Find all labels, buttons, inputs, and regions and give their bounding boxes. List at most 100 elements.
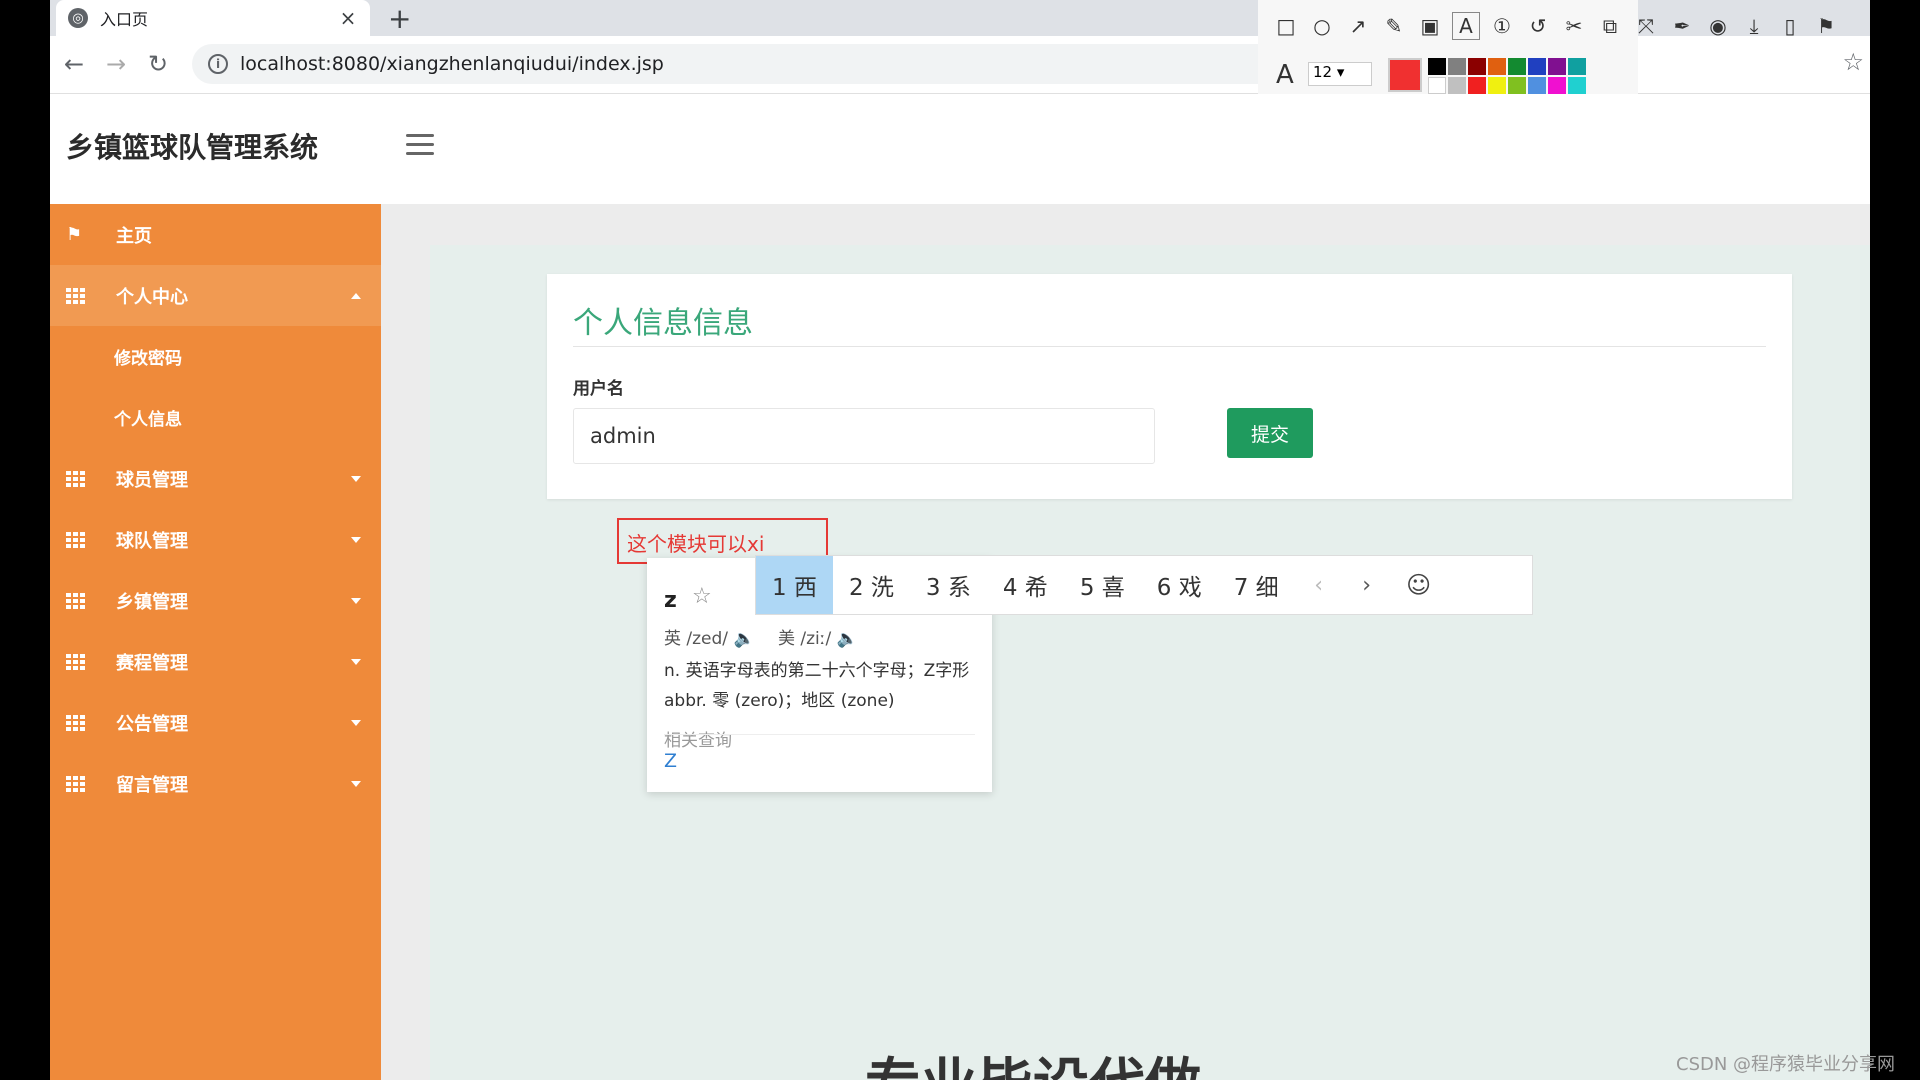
grid-icon bbox=[66, 287, 85, 304]
snap-tool-icon[interactable]: ▣ bbox=[1416, 12, 1444, 40]
browser-tab[interactable]: ◎ 入口页 × bbox=[56, 0, 370, 36]
sidebar-item-label: 赛程管理 bbox=[116, 652, 188, 674]
color-swatch[interactable] bbox=[1448, 77, 1466, 94]
snap-tool-icon[interactable]: ◉ bbox=[1704, 12, 1732, 40]
snap-tool-icon[interactable]: ✂ bbox=[1560, 12, 1588, 40]
ime-candidate[interactable]: 4 希 bbox=[987, 556, 1064, 614]
divider bbox=[573, 346, 1766, 347]
sidebar-item[interactable]: 个人中心 bbox=[50, 265, 381, 326]
color-swatch[interactable] bbox=[1488, 77, 1506, 94]
username-label: 用户名 bbox=[573, 379, 624, 399]
sidebar-item[interactable]: 球队管理 bbox=[50, 509, 381, 570]
related-label: 相关查询 bbox=[664, 731, 732, 751]
grid-icon bbox=[66, 470, 85, 487]
font-icon[interactable]: A bbox=[1276, 60, 1294, 90]
sidebar-subitem[interactable]: 修改密码 bbox=[50, 326, 381, 387]
background-banner-text: 专业毕设代做 bbox=[865, 1040, 1201, 1080]
sidebar-item-label: 乡镇管理 bbox=[116, 591, 188, 613]
emoji-icon[interactable]: ☺ bbox=[1391, 571, 1447, 599]
color-swatch[interactable] bbox=[1508, 58, 1526, 75]
chevron-up-icon bbox=[351, 292, 361, 299]
app-header: 乡镇篮球队管理系统 bbox=[50, 94, 1870, 204]
ime-candidate[interactable]: 7 细 bbox=[1218, 556, 1295, 614]
sidebar-item[interactable]: 公告管理 bbox=[50, 692, 381, 753]
ime-candidate[interactable]: 3 系 bbox=[910, 556, 987, 614]
bookmark-star-icon[interactable]: ☆ bbox=[1842, 48, 1864, 76]
ime-prev-arrow-icon[interactable]: ‹ bbox=[1295, 573, 1343, 598]
globe-icon: ◎ bbox=[68, 8, 88, 28]
username-input[interactable]: admin bbox=[573, 408, 1155, 464]
grid-icon bbox=[66, 592, 85, 609]
snap-tool-icon[interactable]: ✒ bbox=[1668, 12, 1696, 40]
snap-tool-icon[interactable]: ⤧ bbox=[1632, 12, 1660, 40]
color-swatch[interactable] bbox=[1568, 77, 1586, 94]
color-swatch[interactable] bbox=[1448, 58, 1466, 75]
definition-1: n. 英语字母表的第二十六个字母；Z字形 bbox=[664, 661, 970, 681]
color-swatch[interactable] bbox=[1528, 77, 1546, 94]
screenshot-toolbar: □ ○ ↗ ✎ ▣ A ① ↺ ✂ ⧉ ⤧ ✒ ◉ ⤓ ▯ ⚑ A 12 ▾ bbox=[1258, 0, 1835, 100]
color-swatch[interactable] bbox=[1488, 58, 1506, 75]
app-title: 乡镇篮球队管理系统 bbox=[66, 131, 319, 164]
uk-phonetic: 英 /zed/ 🔈 bbox=[664, 629, 755, 649]
snap-tool-icon[interactable]: ① bbox=[1488, 12, 1516, 40]
color-swatch[interactable] bbox=[1548, 58, 1566, 75]
related-link[interactable]: Z bbox=[664, 750, 677, 772]
chevron-down-icon bbox=[351, 719, 361, 726]
color-swatch[interactable] bbox=[1568, 58, 1586, 75]
grid-icon bbox=[66, 531, 85, 548]
ime-next-arrow-icon[interactable]: › bbox=[1343, 573, 1391, 598]
new-tab-button[interactable]: + bbox=[388, 2, 411, 35]
card-heading: 个人信息信息 bbox=[573, 306, 753, 341]
tab-close-icon[interactable]: × bbox=[338, 6, 358, 30]
menu-toggle-icon[interactable] bbox=[406, 134, 434, 161]
divider bbox=[664, 734, 975, 735]
back-button[interactable]: ← bbox=[64, 50, 84, 78]
snap-tool-icon[interactable]: ⚑ bbox=[1812, 12, 1840, 40]
flag-icon: ⚑ bbox=[66, 224, 83, 245]
color-swatch[interactable] bbox=[1468, 58, 1486, 75]
snap-tool-icon[interactable]: □ bbox=[1272, 12, 1300, 40]
color-palette bbox=[1428, 58, 1586, 94]
snap-tool-icon[interactable]: ✎ bbox=[1380, 12, 1408, 40]
snap-tool-icon[interactable]: ↺ bbox=[1524, 12, 1552, 40]
sidebar-item[interactable]: 赛程管理 bbox=[50, 631, 381, 692]
submit-button[interactable]: 提交 bbox=[1227, 408, 1313, 458]
site-info-icon[interactable]: i bbox=[208, 54, 228, 74]
ime-candidate[interactable]: 1 西 bbox=[756, 556, 833, 614]
sidebar: ⚑ 主页 个人中心 修改密码 个人信息 球员管理球队管理乡镇管理赛程管理公告管理留言管理 bbox=[50, 204, 381, 1080]
snap-tool-icon[interactable]: A bbox=[1452, 12, 1480, 40]
ime-candidate[interactable]: 5 喜 bbox=[1064, 556, 1141, 614]
dict-word: z bbox=[664, 588, 677, 613]
snap-tool-icon[interactable]: ⤓ bbox=[1740, 12, 1768, 40]
current-color-swatch[interactable] bbox=[1388, 58, 1422, 92]
speaker-icon[interactable]: 🔈 bbox=[733, 629, 754, 649]
snap-tool-icon[interactable]: ○ bbox=[1308, 12, 1336, 40]
sidebar-subitem[interactable]: 个人信息 bbox=[50, 387, 381, 448]
forward-button[interactable]: → bbox=[106, 50, 126, 78]
snap-tool-icon[interactable]: ⧉ bbox=[1596, 12, 1624, 40]
favorite-star-icon[interactable]: ☆ bbox=[692, 584, 712, 609]
color-swatch[interactable] bbox=[1548, 77, 1566, 94]
sidebar-item[interactable]: 留言管理 bbox=[50, 753, 381, 814]
color-swatch[interactable] bbox=[1428, 58, 1446, 75]
ime-candidate[interactable]: 6 戏 bbox=[1141, 556, 1218, 614]
sidebar-item-label: 公告管理 bbox=[116, 713, 188, 735]
color-swatch[interactable] bbox=[1508, 77, 1526, 94]
url-bar[interactable]: i localhost:8080/xiangzhenlanqiudui/inde… bbox=[192, 44, 1292, 84]
reload-button[interactable]: ↻ bbox=[148, 50, 168, 78]
color-swatch[interactable] bbox=[1428, 77, 1446, 94]
snap-tool-icon[interactable]: ↗ bbox=[1344, 12, 1372, 40]
chevron-down-icon bbox=[351, 536, 361, 543]
browser-window: ◎ 入口页 × + ← → ↻ i localhost:8080/xiangzh… bbox=[50, 0, 1870, 1080]
snap-tool-icon[interactable]: ▯ bbox=[1776, 12, 1804, 40]
speaker-icon[interactable]: 🔈 bbox=[837, 629, 858, 649]
sidebar-item[interactable]: 球员管理 bbox=[50, 448, 381, 509]
ime-candidate[interactable]: 2 洗 bbox=[833, 556, 910, 614]
grid-icon bbox=[66, 714, 85, 731]
sidebar-item[interactable]: ⚑ 主页 bbox=[50, 204, 381, 265]
color-swatch[interactable] bbox=[1528, 58, 1546, 75]
font-size-select[interactable]: 12 ▾ bbox=[1308, 62, 1372, 86]
color-swatch[interactable] bbox=[1468, 77, 1486, 94]
sidebar-item[interactable]: 乡镇管理 bbox=[50, 570, 381, 631]
sidebar-item-label: 球队管理 bbox=[116, 530, 188, 552]
